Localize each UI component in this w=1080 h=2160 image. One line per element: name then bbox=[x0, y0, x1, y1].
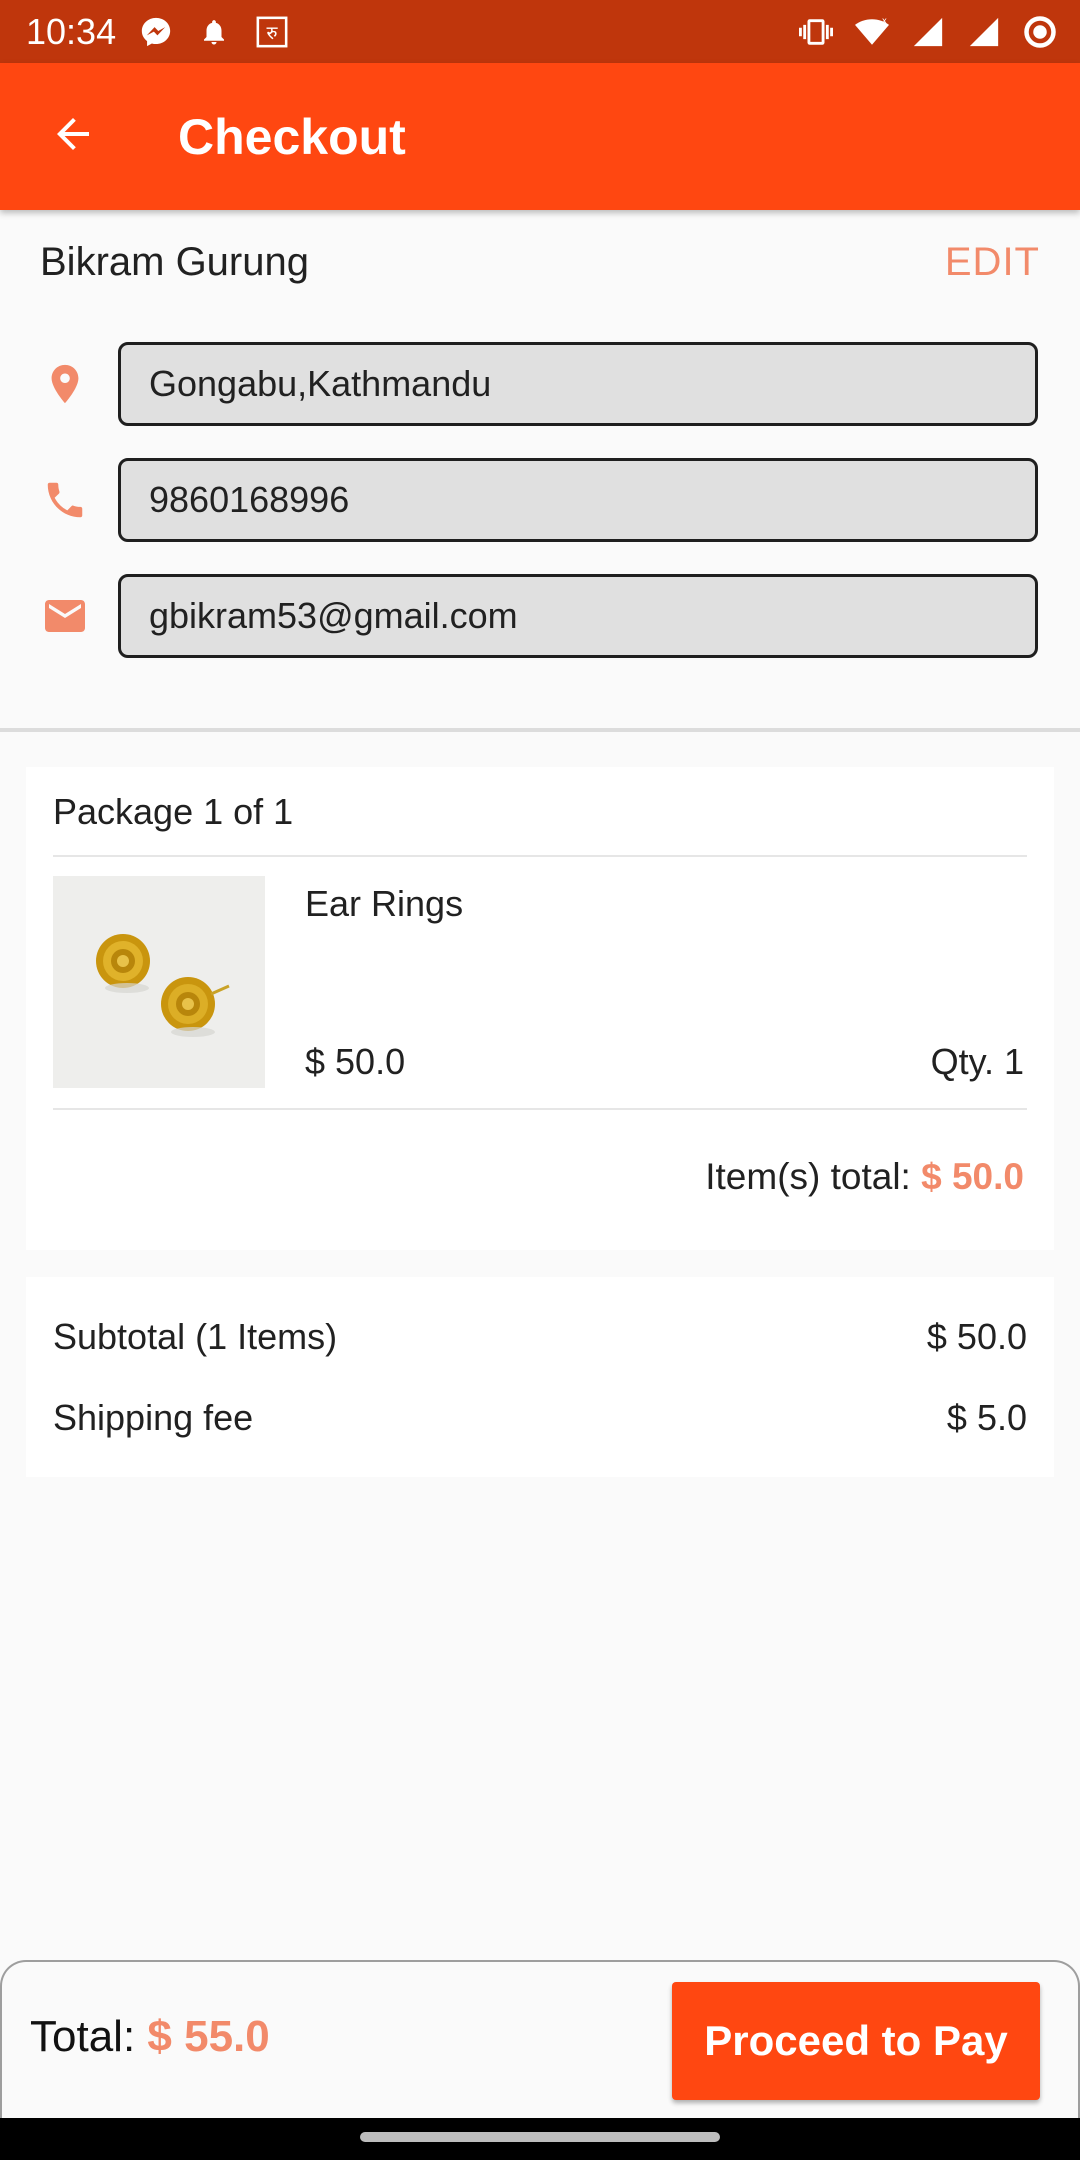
proceed-to-pay-button[interactable]: Proceed to Pay bbox=[672, 1982, 1040, 2100]
items-total-label: Item(s) total: bbox=[705, 1156, 911, 1197]
product-name[interactable]: Ear Rings bbox=[305, 883, 463, 925]
product-quantity: Qty. 1 bbox=[930, 1041, 1024, 1082]
system-nav-bar bbox=[0, 2118, 1080, 2160]
total-value: $ 55.0 bbox=[147, 2012, 270, 2061]
section-divider bbox=[0, 728, 1080, 732]
order-summary-card: Subtotal (1 Items) $ 50.0 Shipping fee $… bbox=[26, 1277, 1054, 1477]
signal-icon-2 bbox=[966, 14, 1002, 50]
phone-row: 9860168996 bbox=[40, 456, 1040, 544]
subtotal-row: Subtotal (1 Items) $ 50.0 bbox=[53, 1312, 1027, 1362]
user-name: Bikram Gurung bbox=[40, 239, 309, 284]
messenger-icon bbox=[138, 14, 174, 50]
status-bar: 10:34 रु x bbox=[0, 0, 1080, 63]
items-total: Item(s) total: $ 50.0 bbox=[705, 1156, 1024, 1198]
svg-text:x: x bbox=[882, 16, 887, 26]
record-icon bbox=[1022, 14, 1058, 50]
subtotal-value: $ 50.0 bbox=[926, 1316, 1027, 1357]
vibrate-icon bbox=[798, 14, 834, 50]
items-divider bbox=[53, 1108, 1027, 1110]
rupee-app-icon: रु bbox=[254, 14, 290, 50]
page-title: Checkout bbox=[178, 108, 406, 165]
product-price: $ 50.0 bbox=[305, 1041, 406, 1082]
location-pin-icon bbox=[40, 359, 90, 409]
arrow-back-icon bbox=[49, 110, 97, 163]
shipping-value: $ 5.0 bbox=[946, 1397, 1027, 1438]
package-card: Package 1 of 1 Ear Rings $ 50.0 Qty. 1 I… bbox=[26, 767, 1054, 1250]
svg-text:रु: रु bbox=[267, 23, 279, 44]
address-field[interactable]: Gongabu,Kathmandu bbox=[118, 342, 1038, 426]
app-bar: Checkout bbox=[0, 63, 1080, 210]
email-row: gbikram53@gmail.com bbox=[40, 572, 1040, 660]
status-time: 10:34 bbox=[26, 10, 117, 52]
notification-bell-icon bbox=[196, 14, 232, 50]
subtotal-label: Subtotal (1 Items) bbox=[53, 1316, 338, 1357]
phone-field[interactable]: 9860168996 bbox=[118, 458, 1038, 542]
signal-icon bbox=[910, 14, 946, 50]
address-row: Gongabu,Kathmandu bbox=[40, 340, 1040, 428]
checkout-bar: Total: $ 55.0 Proceed to Pay bbox=[0, 1960, 1080, 2118]
edit-button[interactable]: EDIT bbox=[945, 240, 1040, 285]
product-image bbox=[53, 876, 265, 1088]
email-field[interactable]: gbikram53@gmail.com bbox=[118, 574, 1038, 658]
order-total: Total: $ 55.0 bbox=[30, 2012, 270, 2062]
package-divider bbox=[53, 855, 1027, 857]
phone-icon bbox=[40, 475, 90, 525]
shipping-label: Shipping fee bbox=[53, 1397, 254, 1438]
total-label: Total: bbox=[30, 2012, 136, 2061]
user-header: Bikram Gurung EDIT bbox=[40, 232, 1040, 292]
items-total-value: $ 50.0 bbox=[921, 1156, 1024, 1197]
home-gesture-bar[interactable] bbox=[360, 2132, 720, 2142]
wifi-icon: x bbox=[854, 14, 890, 50]
package-title: Package 1 of 1 bbox=[53, 791, 294, 832]
back-button[interactable] bbox=[28, 92, 118, 182]
email-icon bbox=[40, 591, 90, 641]
shipping-row: Shipping fee $ 5.0 bbox=[53, 1393, 1027, 1443]
